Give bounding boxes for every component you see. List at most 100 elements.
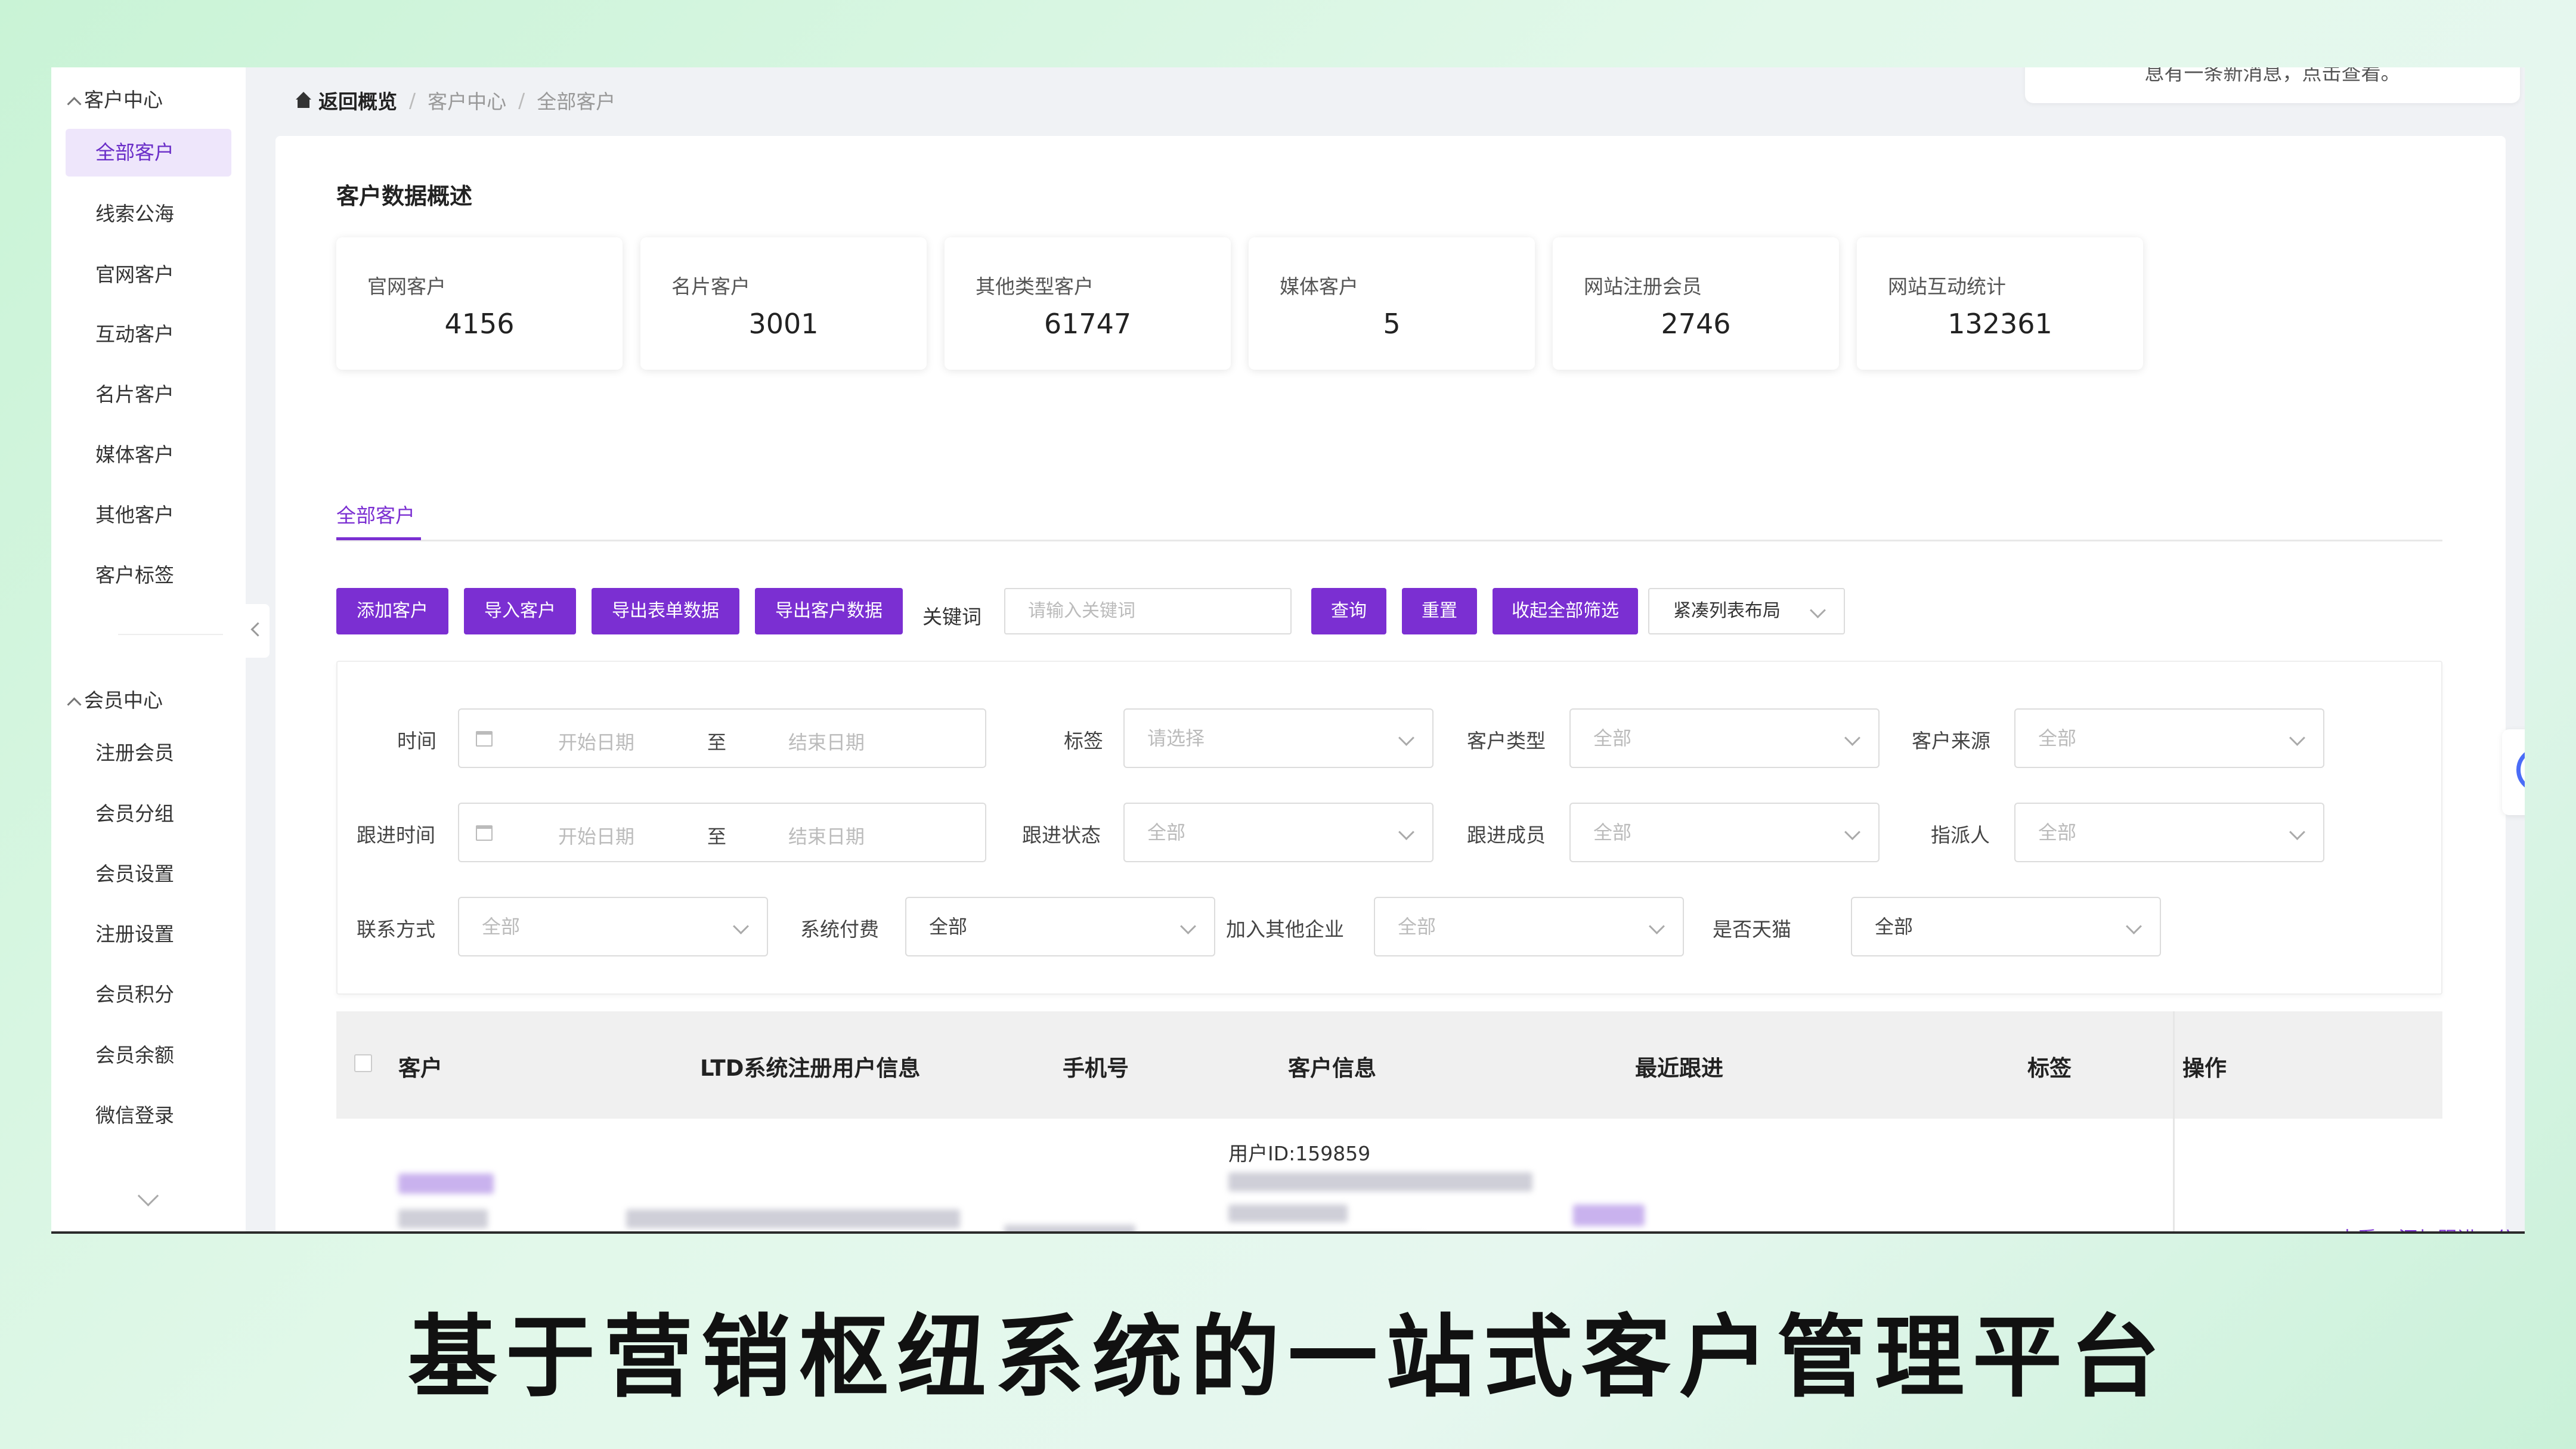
stat-card-media: 媒体客户 5 bbox=[1249, 237, 1535, 370]
sidebar-item-media-customers[interactable]: 媒体客户 bbox=[95, 431, 262, 479]
sidebar-item-member-groups[interactable]: 会员分组 bbox=[95, 790, 262, 838]
tmall-label: 是否天猫 bbox=[1713, 918, 1791, 941]
select-all-checkbox[interactable] bbox=[354, 1054, 372, 1072]
stat-card-website: 官网客户 4156 bbox=[336, 237, 623, 370]
time-range-picker[interactable]: 开始日期 至 结束日期 bbox=[458, 708, 986, 768]
customer-type-label: 客户类型 bbox=[1467, 729, 1546, 753]
sidebar-item-member-balance[interactable]: 会员余额 bbox=[95, 1032, 262, 1079]
follow-status-label: 跟进状态 bbox=[1022, 823, 1101, 847]
customer-source-select[interactable]: 全部 bbox=[2014, 708, 2324, 768]
stat-card-members: 网站注册会员 2746 bbox=[1553, 237, 1839, 370]
sidebar-item-member-points[interactable]: 会员积分 bbox=[95, 971, 262, 1018]
tab-all-customers[interactable]: 全部客户 bbox=[336, 500, 415, 528]
query-button[interactable]: 查询 bbox=[1311, 588, 1386, 634]
row-checkbox[interactable] bbox=[357, 1232, 374, 1234]
keyword-label: 关键词 bbox=[922, 605, 982, 628]
join-other-label: 加入其他企业 bbox=[1226, 918, 1344, 941]
follow-time-label: 跟进时间 bbox=[357, 823, 435, 847]
home-icon bbox=[295, 92, 312, 109]
sidebar-item-customer-tags[interactable]: 客户标签 bbox=[95, 552, 262, 599]
follow-status-select[interactable]: 全部 bbox=[1123, 803, 1433, 862]
add-customer-button[interactable]: 添加客户 bbox=[336, 588, 448, 634]
tab-active-indicator bbox=[336, 537, 421, 540]
layout-select[interactable]: 紧凑列表布局 bbox=[1648, 588, 1845, 634]
chevron-down-icon bbox=[1398, 824, 1414, 840]
follow-name-redacted bbox=[1573, 1205, 1645, 1226]
contact-label: 联系方式 bbox=[357, 918, 435, 941]
sidebar-divider bbox=[118, 634, 223, 635]
user-id: 用户ID:159859 bbox=[1228, 1142, 1371, 1165]
sidebar: 客户中心 全部客户 线索公海 官网客户 互动客户 名片客户 媒体客户 其他客户 … bbox=[51, 67, 246, 1231]
sidebar-item-registered-members[interactable]: 注册会员 bbox=[95, 729, 262, 777]
column-customer: 客户 bbox=[398, 1055, 442, 1081]
calendar-icon bbox=[476, 731, 493, 747]
export-form-button[interactable]: 导出表单数据 bbox=[592, 588, 739, 634]
chevron-down-icon bbox=[1649, 918, 1665, 934]
customer-name-redacted bbox=[398, 1174, 494, 1194]
collapse-filters-button[interactable]: 收起全部筛选 bbox=[1493, 588, 1638, 634]
assign-link[interactable]: 分配 bbox=[2495, 1223, 2515, 1231]
main-panel: 客户数据概述 官网客户 4156 名片客户 3001 其他类型客户 61747 媒体客… bbox=[275, 136, 2515, 1234]
sidebar-item-register-settings[interactable]: 注册设置 bbox=[95, 911, 262, 958]
tab-divider bbox=[336, 540, 2442, 541]
caption: 基于营销枢纽系统的一站式客户管理平台 bbox=[407, 1306, 2168, 1410]
system-pay-label: 系统付费 bbox=[800, 918, 879, 941]
column-customer-info: 客户信息 bbox=[1288, 1055, 1376, 1081]
follow-member-select[interactable]: 全部 bbox=[1569, 803, 1880, 862]
join-other-select[interactable]: 全部 bbox=[1374, 897, 1684, 956]
chevron-down-icon bbox=[1398, 730, 1414, 746]
customer-source-label: 客户来源 bbox=[1912, 729, 1990, 753]
system-pay-select[interactable]: 全部 bbox=[905, 897, 1215, 956]
column-recent-follow: 最近跟进 bbox=[1635, 1055, 1723, 1081]
notification-banner[interactable]: 息有一条新消息，点击查看。 bbox=[2025, 67, 2520, 103]
filter-panel: 时间 开始日期 至 结束日期 标签 请选择 客户类型 全部 客户来源 全部 跟进… bbox=[336, 661, 2442, 995]
stat-card-card: 名片客户 3001 bbox=[640, 237, 927, 370]
breadcrumb-all-customers: 全部客户 bbox=[537, 90, 616, 113]
follow-time-range-picker[interactable]: 开始日期 至 结束日期 bbox=[458, 803, 986, 862]
tmall-select[interactable]: 全部 bbox=[1851, 897, 2161, 956]
reset-button[interactable]: 重置 bbox=[1402, 588, 1477, 634]
ltd-info-redacted bbox=[626, 1209, 960, 1228]
customer-info-redacted bbox=[1228, 1172, 1532, 1191]
chevron-down-icon[interactable] bbox=[137, 1185, 159, 1207]
stat-card-other: 其他类型客户 61747 bbox=[945, 237, 1231, 370]
keyword-input[interactable]: 请输入关键词 bbox=[1004, 588, 1292, 634]
contact-select[interactable]: 全部 bbox=[458, 897, 768, 956]
stat-card-interactions: 网站互动统计 132361 bbox=[1857, 237, 2143, 370]
sidebar-collapse-button[interactable] bbox=[246, 604, 270, 658]
breadcrumb-home[interactable]: 返回概览 bbox=[295, 86, 397, 114]
tag-select[interactable]: 请选择 bbox=[1123, 708, 1433, 768]
export-customer-button[interactable]: 导出客户数据 bbox=[755, 588, 903, 634]
sidebar-item-all-customers[interactable]: 全部客户 bbox=[66, 129, 231, 177]
chevron-up-icon bbox=[67, 697, 82, 712]
customer-service-button[interactable] bbox=[2502, 729, 2525, 815]
chevron-left-icon bbox=[250, 622, 265, 637]
sidebar-group-customer[interactable]: 客户中心 bbox=[67, 84, 163, 113]
column-ltd-info: LTD系统注册用户信息 bbox=[700, 1055, 921, 1081]
sidebar-item-member-settings[interactable]: 会员设置 bbox=[95, 850, 262, 898]
time-label: 时间 bbox=[397, 729, 436, 753]
chevron-down-icon bbox=[1844, 730, 1860, 746]
view-link[interactable]: 查看 bbox=[2337, 1223, 2377, 1231]
sidebar-group-member[interactable]: 会员中心 bbox=[67, 685, 163, 713]
sidebar-item-website-customers[interactable]: 官网客户 bbox=[95, 251, 262, 299]
import-customer-button[interactable]: 导入客户 bbox=[464, 588, 576, 634]
sidebar-item-interactive-customers[interactable]: 互动客户 bbox=[95, 311, 262, 358]
chevron-down-icon bbox=[733, 918, 749, 934]
table-header: 客户 LTD系统注册用户信息 手机号 客户信息 最近跟进 标签 操作 bbox=[336, 1011, 2442, 1119]
chevron-down-icon bbox=[2289, 730, 2305, 746]
breadcrumb-customer-center[interactable]: 客户中心 bbox=[428, 86, 506, 114]
chevron-down-icon bbox=[1844, 824, 1860, 840]
sidebar-item-wechat-login[interactable]: 微信登录 bbox=[95, 1092, 262, 1140]
assignee-select[interactable]: 全部 bbox=[2014, 803, 2324, 862]
customer-type-select[interactable]: 全部 bbox=[1569, 708, 1880, 768]
app-screenshot: 客户中心 全部客户 线索公海 官网客户 互动客户 名片客户 媒体客户 其他客户 … bbox=[51, 67, 2525, 1234]
redacted-text bbox=[1228, 1205, 1348, 1222]
sidebar-item-card-customers[interactable]: 名片客户 bbox=[95, 371, 262, 419]
overview-title: 客户数据概述 bbox=[336, 183, 473, 209]
breadcrumb: 返回概览 / 客户中心 / 全部客户 bbox=[295, 85, 615, 115]
sidebar-item-leads-pool[interactable]: 线索公海 bbox=[95, 190, 262, 238]
add-follow-link[interactable]: 添加跟进 bbox=[2398, 1223, 2477, 1231]
headset-icon bbox=[2516, 747, 2525, 792]
sidebar-item-other-customers[interactable]: 其他客户 bbox=[95, 491, 262, 539]
